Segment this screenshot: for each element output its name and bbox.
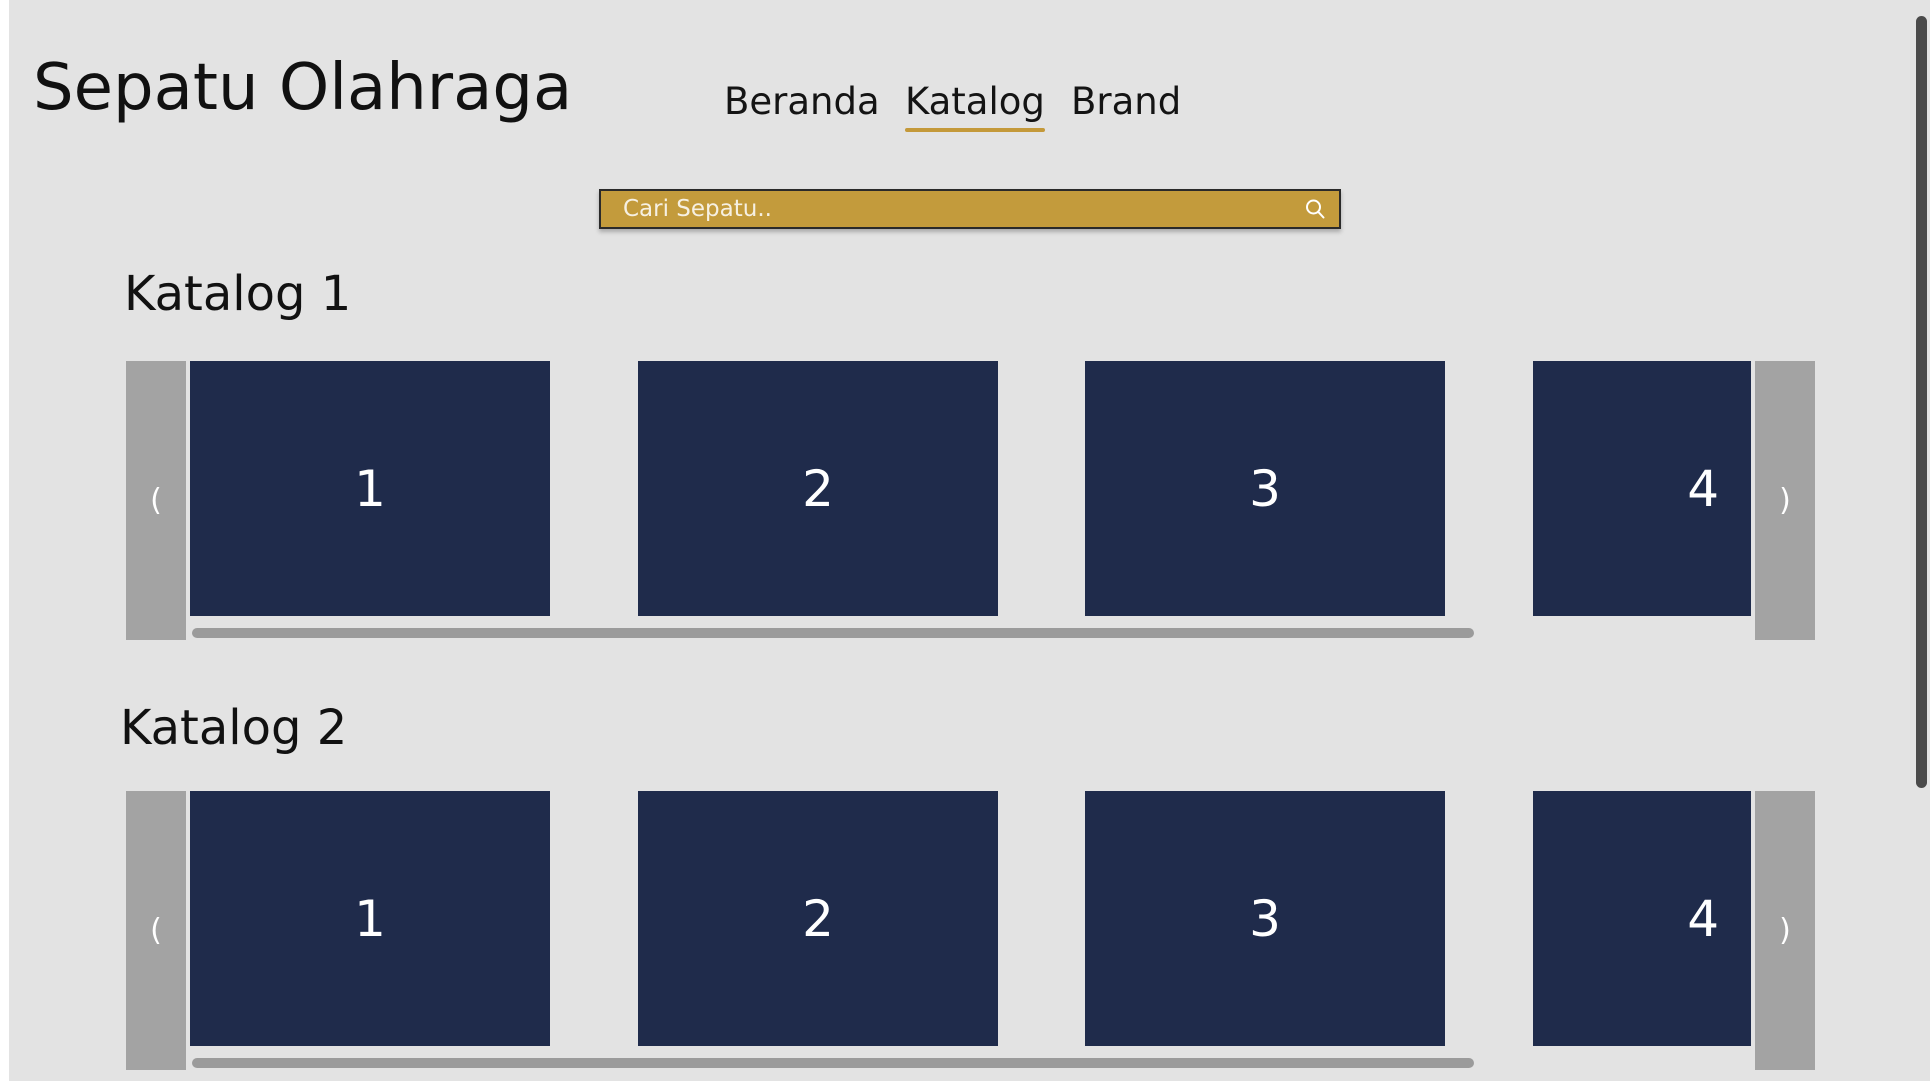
nav-item-beranda[interactable]: Beranda — [724, 78, 880, 126]
catalog-2-next-button[interactable]: ) — [1755, 791, 1815, 1070]
catalog-1-carousel: 1 2 3 4 ( ) — [126, 361, 1815, 640]
catalog-2-card-4[interactable]: 4 — [1533, 791, 1751, 1046]
nav-item-brand[interactable]: Brand — [1071, 78, 1181, 126]
search-input[interactable] — [623, 191, 1283, 227]
catalog-2-scrollbar[interactable] — [192, 1058, 1474, 1068]
catalog-1-card-1[interactable]: 1 — [190, 361, 550, 616]
catalog-2-card-2[interactable]: 2 — [638, 791, 998, 1046]
page: Sepatu Olahraga Beranda Katalog Brand Ka… — [9, 0, 1930, 1081]
page-scrollbar[interactable] — [1916, 16, 1927, 788]
catalog-2-card-1[interactable]: 1 — [190, 791, 550, 1046]
app-title: Sepatu Olahraga — [33, 51, 573, 125]
catalog-1-prev-button[interactable]: ( — [126, 361, 186, 640]
search-icon[interactable] — [1303, 197, 1327, 221]
nav-item-katalog[interactable]: Katalog — [905, 78, 1045, 132]
catalog-1-card-2[interactable]: 2 — [638, 361, 998, 616]
catalog-1-card-3[interactable]: 3 — [1085, 361, 1445, 616]
catalog-1-scrollbar[interactable] — [192, 628, 1474, 638]
catalog-2-title: Katalog 2 — [120, 700, 348, 756]
catalog-2-carousel: 1 2 3 4 ( ) — [126, 791, 1815, 1070]
catalog-1-next-button[interactable]: ) — [1755, 361, 1815, 640]
catalog-1-card-4[interactable]: 4 — [1533, 361, 1751, 616]
catalog-2-prev-button[interactable]: ( — [126, 791, 186, 1070]
catalog-1-title: Katalog 1 — [124, 266, 352, 322]
search-bar — [599, 189, 1341, 229]
catalog-2-card-3[interactable]: 3 — [1085, 791, 1445, 1046]
